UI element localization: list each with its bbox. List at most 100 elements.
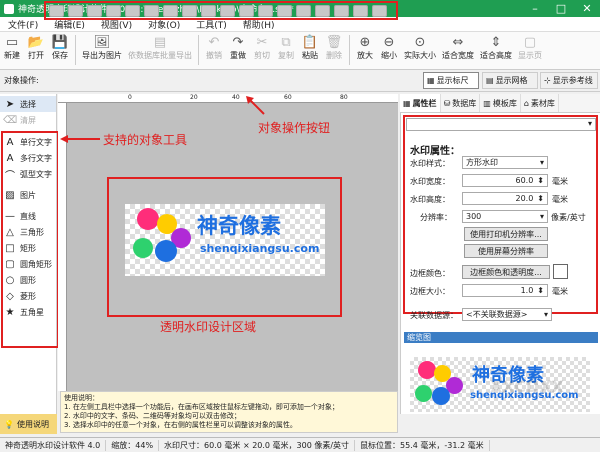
- tool-select[interactable]: ➤ 选择: [0, 96, 56, 112]
- align-right-button[interactable]: [163, 4, 178, 17]
- status-app: 神奇透明水印设计软件 4.0: [0, 439, 107, 451]
- show-page-button[interactable]: ▢ 显示页: [515, 35, 545, 61]
- align-left-button[interactable]: [125, 4, 140, 17]
- guides-icon: ⊹: [544, 76, 551, 85]
- ruler-mark: 60: [284, 94, 292, 101]
- center-v-button[interactable]: [334, 4, 349, 17]
- tool-clear[interactable]: ⌫ 清屏: [0, 112, 56, 128]
- ungroup-button[interactable]: [372, 4, 387, 17]
- resolution-unit: 像素/英寸: [551, 213, 586, 222]
- annotation-design-area: 透明水印设计区域: [160, 320, 257, 334]
- tab-properties[interactable]: ▦ 属性栏: [400, 94, 441, 112]
- fit-height-button[interactable]: ⇕ 适合高度: [477, 35, 515, 61]
- preview-thumbnail: 神奇像素 shenqixiangsu.com XXCDXX: [410, 357, 590, 412]
- border-color-button[interactable]: 边框颜色和透明度...: [462, 265, 550, 279]
- distribute-h-button[interactable]: [277, 4, 292, 17]
- show-ruler-toggle[interactable]: ▦ 显示标尺: [423, 72, 479, 89]
- fit-width-button[interactable]: ⇔ 适合宽度: [439, 35, 477, 61]
- resolution-label: 分辨率：: [420, 213, 452, 222]
- send-back-button[interactable]: [68, 4, 83, 17]
- batch-export-icon: ▤: [153, 35, 167, 50]
- show-guides-toggle[interactable]: ⊹ 显示参考线: [540, 72, 598, 89]
- height-label: 水印高度：: [410, 195, 450, 204]
- close-button[interactable]: ✕: [574, 2, 600, 15]
- export-image-button[interactable]: 🖼 导出为图片: [79, 35, 125, 61]
- copy-button[interactable]: ⧉ 复制: [274, 35, 298, 61]
- send-backward-button[interactable]: [106, 4, 121, 17]
- save-icon: 💾: [51, 35, 69, 50]
- minimize-button[interactable]: –: [522, 2, 548, 15]
- tools-highlight-box: [1, 131, 59, 348]
- object-ops-buttons: [44, 1, 398, 20]
- menu-file[interactable]: 文件(F): [0, 18, 46, 31]
- toolbar-divider: [198, 35, 199, 65]
- batch-export-button[interactable]: ▤ 依数据库批量导出: [125, 35, 195, 61]
- border-size-label: 边框大小：: [410, 287, 450, 296]
- border-size-unit: 毫米: [552, 287, 568, 296]
- usage-button[interactable]: 💡 使用说明: [0, 414, 57, 434]
- paste-icon: 📋: [301, 35, 319, 50]
- toolbar-divider: [75, 35, 76, 65]
- new-button[interactable]: ▭ 新建: [0, 35, 24, 61]
- height-input[interactable]: 20.0 ⬍: [462, 192, 548, 205]
- help-line: 2. 水印中的文字、条码、二维码等对象均可以双击修改；: [64, 412, 241, 420]
- width-input[interactable]: 60.0 ⬍: [462, 174, 548, 187]
- logo-dot: [133, 238, 153, 258]
- cut-button[interactable]: ✂ 剪切: [250, 35, 274, 61]
- use-screen-resolution-button[interactable]: 使用屏幕分辨率: [464, 244, 548, 258]
- center-h-button[interactable]: [315, 4, 330, 17]
- show-grid-toggle[interactable]: ▤ 显示网格: [482, 72, 538, 89]
- fit-height-icon: ⇕: [490, 35, 502, 50]
- help-icon: 💡: [4, 419, 14, 429]
- save-button[interactable]: 💾 保存: [48, 35, 72, 61]
- same-width-button[interactable]: [239, 4, 254, 17]
- maximize-button[interactable]: □: [548, 2, 574, 15]
- tab-materials[interactable]: ⌂ 素材库: [521, 94, 559, 112]
- group-button[interactable]: [353, 4, 368, 17]
- toolbar-divider: [349, 35, 350, 65]
- app-logo-icon: [4, 3, 14, 14]
- logo-dot: [432, 387, 450, 405]
- paste-button[interactable]: 📋 粘贴: [298, 35, 322, 61]
- horizontal-ruler: 0 20 40 60 80: [58, 94, 398, 103]
- object-selector-dropdown[interactable]: ▾: [406, 118, 596, 131]
- properties-title: 水印属性：: [410, 146, 460, 157]
- redo-button[interactable]: ↷ 重做: [226, 35, 250, 61]
- watermark-style-select[interactable]: 方形水印 ▾: [462, 156, 548, 169]
- ruler-mark: 0: [128, 94, 132, 101]
- chevron-down-icon: ▾: [539, 158, 544, 167]
- watermark-object[interactable]: 神奇像素 shenqixiangsu.com: [125, 204, 325, 276]
- zoom-in-button[interactable]: ⊕ 放大: [353, 35, 377, 61]
- preview-site-watermark: XXCDXX: [490, 377, 564, 396]
- zoom-out-button[interactable]: ⊖ 缩小: [377, 35, 401, 61]
- clear-icon: ⌫: [3, 114, 18, 126]
- border-color-swatch[interactable]: [553, 264, 568, 279]
- bring-front-button[interactable]: [49, 4, 64, 17]
- copy-icon: ⧉: [281, 35, 291, 50]
- bring-forward-button[interactable]: [87, 4, 102, 17]
- open-button[interactable]: 📂 打开: [24, 35, 48, 61]
- resolution-input[interactable]: 300 ▾: [462, 210, 548, 223]
- same-height-button[interactable]: [258, 4, 273, 17]
- style-label: 水印样式：: [410, 159, 450, 168]
- distribute-v-button[interactable]: [296, 4, 311, 17]
- actual-size-button[interactable]: ⊙ 实际大小: [401, 35, 439, 61]
- logo-dot: [155, 240, 177, 262]
- grid-icon: ▤: [486, 76, 494, 85]
- ruler-mark: 80: [340, 94, 348, 101]
- align-center-button[interactable]: [144, 4, 159, 17]
- datasource-select[interactable]: <不关联数据源> ▾: [462, 308, 552, 321]
- align-bottom-button[interactable]: [220, 4, 235, 17]
- border-size-input[interactable]: 1.0 ⬍: [462, 284, 548, 297]
- align-middle-button[interactable]: [201, 4, 216, 17]
- pointer-icon: ➤: [5, 98, 15, 110]
- undo-button[interactable]: ↶ 撤销: [202, 35, 226, 61]
- annotation-object-ops: 对象操作按钮: [258, 121, 331, 135]
- delete-button[interactable]: 🗑 删除: [322, 35, 346, 61]
- tab-templates[interactable]: ▥ 模板库: [480, 94, 521, 112]
- align-top-button[interactable]: [182, 4, 197, 17]
- spinner-icon: ⬍: [537, 176, 544, 185]
- status-size: 水印尺寸：60.0 毫米 × 20.0 毫米，300 像素/英寸: [159, 439, 356, 451]
- use-printer-resolution-button[interactable]: 使用打印机分辨率...: [464, 227, 548, 241]
- tab-database[interactable]: ⛁ 数据库: [441, 94, 481, 112]
